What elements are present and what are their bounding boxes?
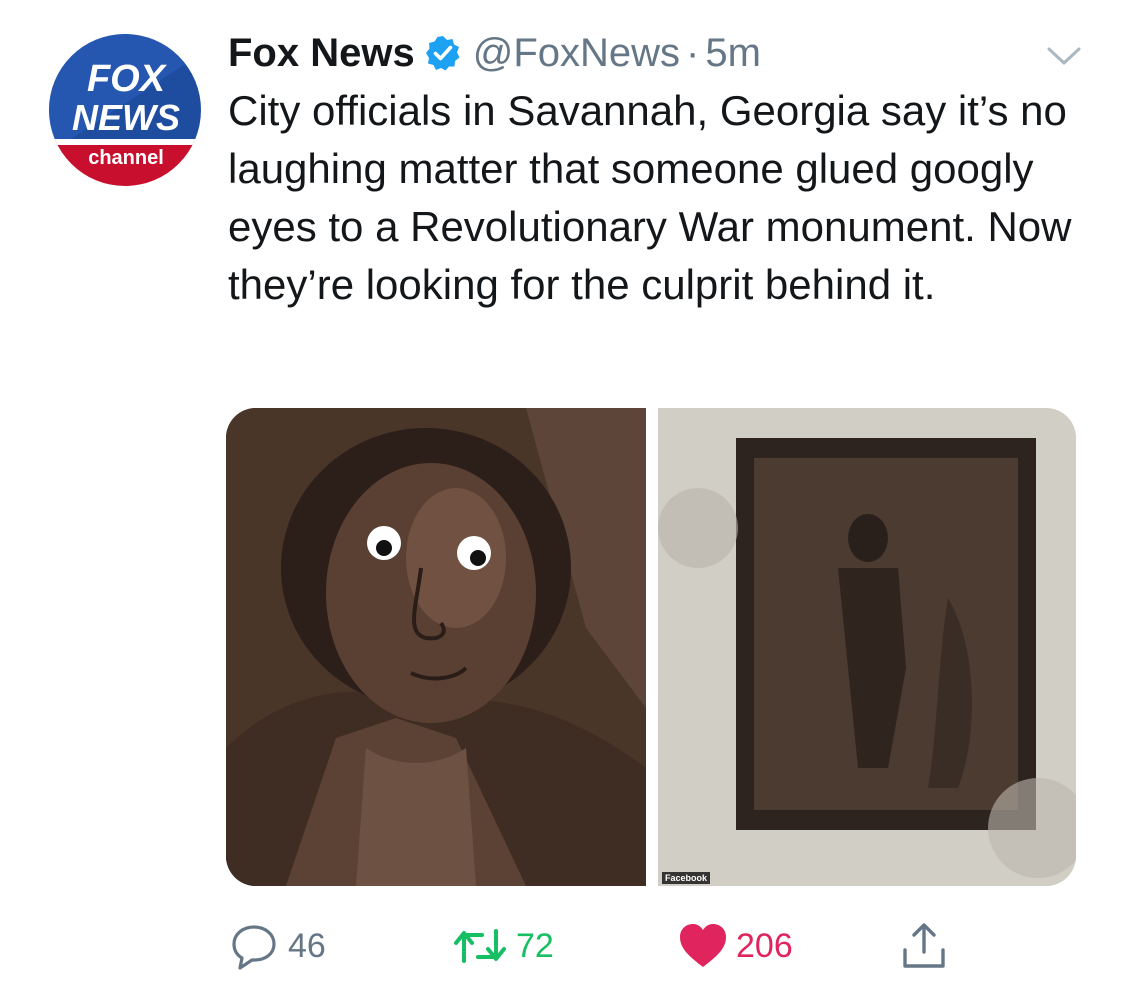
verified-badge-icon: [425, 35, 461, 71]
tweet-text: City officials in Savannah, Georgia say …: [228, 87, 1072, 308]
heart-icon: [680, 924, 726, 967]
media-image-right[interactable]: Facebook: [658, 408, 1076, 886]
logo-text-channel: channel: [88, 147, 164, 169]
share-button[interactable]: [900, 916, 948, 976]
separator-dot: ·: [686, 30, 700, 75]
tweet-actions: 46 72 206: [0, 916, 1125, 976]
reply-icon: [232, 925, 276, 970]
like-button[interactable]: 206: [678, 916, 793, 976]
fox-news-logo: FOX NEWS channel: [49, 34, 201, 186]
media-image-left[interactable]: [226, 408, 646, 886]
timestamp[interactable]: 5m: [705, 31, 761, 76]
chevron-down-icon[interactable]: [1046, 44, 1082, 68]
like-count: 206: [736, 926, 793, 965]
reply-button[interactable]: 46: [230, 916, 326, 976]
media-source-tag: Facebook: [662, 872, 711, 884]
avatar[interactable]: FOX NEWS channel: [48, 33, 202, 187]
retweet-button[interactable]: 72: [452, 916, 554, 976]
display-name[interactable]: Fox News: [228, 31, 415, 76]
tweet-media[interactable]: Facebook: [226, 408, 1076, 886]
share-icon: [903, 923, 945, 968]
logo-text-news: NEWS: [72, 97, 180, 138]
retweet-icon: [454, 929, 506, 963]
logo-text-fox: FOX: [87, 58, 168, 100]
tweet-header: Fox News @FoxNews · 5m: [228, 26, 761, 80]
retweet-count: 72: [516, 926, 554, 965]
reply-count: 46: [288, 926, 326, 965]
handle[interactable]: @FoxNews: [473, 31, 680, 76]
